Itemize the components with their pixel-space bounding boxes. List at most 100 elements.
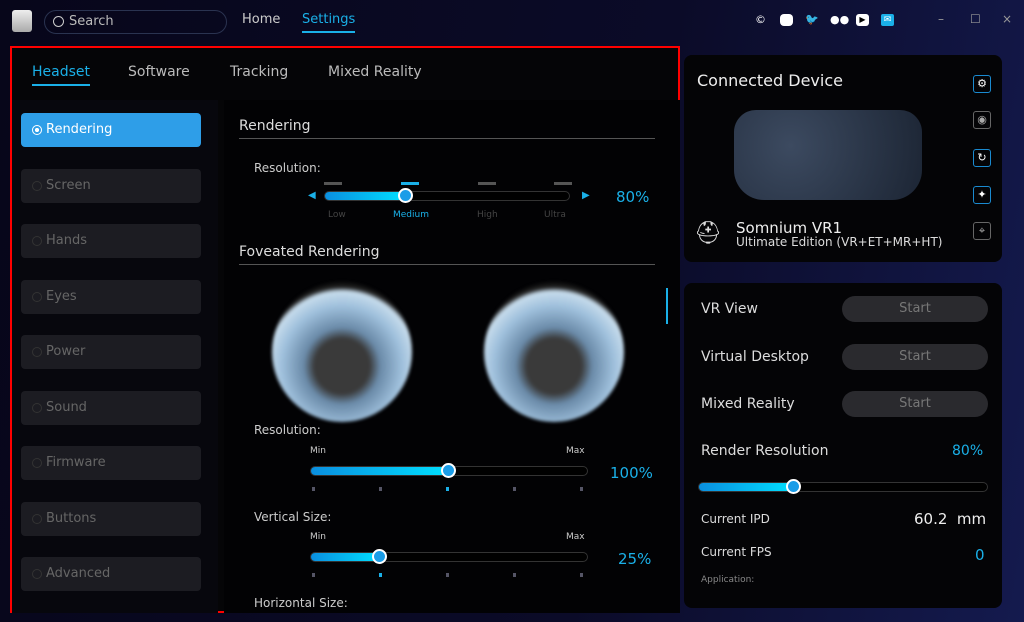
decrease-arrow-icon[interactable]: ◀ <box>308 190 316 201</box>
scrollbar[interactable] <box>666 288 668 324</box>
nav-settings[interactable]: Settings <box>302 12 355 33</box>
youtube-icon[interactable]: ▶ <box>856 14 869 26</box>
sidebar-item-sound[interactable]: Sound <box>21 391 201 425</box>
sidebar-item-label: Screen <box>46 178 91 193</box>
radio-icon <box>32 458 42 468</box>
render-resolution-slider[interactable] <box>698 482 988 492</box>
status-panel: VR View Start Virtual Desktop Start Mixe… <box>684 283 1002 608</box>
level-ultra: Ultra <box>544 210 566 220</box>
sidebar-item-label: Firmware <box>46 455 106 470</box>
level-low: Low <box>328 210 346 220</box>
search-placeholder: Search <box>69 14 114 29</box>
level-marker <box>478 182 496 185</box>
sidebar-item-power[interactable]: Power <box>21 335 201 369</box>
sidebar-item-buttons[interactable]: Buttons <box>21 502 201 536</box>
rendering-resolution-value: 80% <box>616 188 649 206</box>
right-eye-preview <box>484 282 624 422</box>
twitter-icon[interactable]: 🐦 <box>805 14 818 26</box>
virtual-desktop-start-button[interactable]: Start <box>842 344 988 370</box>
tick <box>446 487 449 491</box>
sidebar-item-rendering[interactable]: Rendering <box>21 113 201 147</box>
medium-icon[interactable]: ●● <box>830 14 843 26</box>
nav-home[interactable]: Home <box>242 12 280 27</box>
level-marker <box>324 182 342 185</box>
render-resolution-value: 80% <box>952 443 983 459</box>
radio-icon <box>32 569 42 579</box>
radio-icon <box>32 181 42 191</box>
maximize-button[interactable]: ☐ <box>970 12 981 26</box>
tick <box>580 487 583 491</box>
eye-icon[interactable]: ◉ <box>973 111 991 129</box>
application-label: Application: <box>701 575 754 585</box>
vr-view-label: VR View <box>701 301 758 317</box>
slider-fill <box>311 467 449 475</box>
fps-label: Current FPS <box>701 545 772 559</box>
virtual-desktop-label: Virtual Desktop <box>701 349 809 365</box>
sidebar-item-label: Sound <box>46 400 87 415</box>
ipd-label: Current IPD <box>701 512 770 526</box>
curseforge-icon[interactable]: © <box>754 14 767 26</box>
headset-icon: ⛑ <box>694 221 722 246</box>
sidebar-item-label: Power <box>46 344 85 359</box>
sidebar-item-label: Eyes <box>46 289 77 304</box>
rendering-resolution-slider[interactable] <box>324 191 570 201</box>
level-high: High <box>477 210 498 220</box>
radio-icon <box>32 125 42 135</box>
sidebar-item-screen[interactable]: Screen <box>21 169 201 203</box>
tick <box>446 573 449 577</box>
slider-knob[interactable] <box>372 549 387 564</box>
slider-knob[interactable] <box>398 188 413 203</box>
increase-arrow-icon[interactable]: ▶ <box>582 190 590 201</box>
vertical-size-slider[interactable] <box>310 552 588 562</box>
content-area: Rendering Resolution: ◀ ▶ 80% Low Medium… <box>224 100 680 613</box>
min-label: Min <box>310 446 326 456</box>
minimize-button[interactable]: – <box>938 12 944 26</box>
sidebar-item-advanced[interactable]: Advanced <box>21 557 201 591</box>
tab-headset[interactable]: Headset <box>32 64 90 86</box>
tab-software[interactable]: Software <box>128 64 190 80</box>
search-input[interactable]: Search <box>44 10 227 34</box>
horizontal-size-label: Horizontal Size: <box>254 596 348 610</box>
ipd-value: 60.2 mm <box>914 510 986 528</box>
headset-image <box>734 110 922 200</box>
radio-icon <box>32 347 42 357</box>
vertical-size-value: 25% <box>618 550 651 568</box>
foveated-resolution-value: 100% <box>610 464 653 482</box>
mail-icon[interactable]: ✉ <box>881 14 894 26</box>
tick <box>379 487 382 491</box>
tick <box>580 573 583 577</box>
sidebar-item-firmware[interactable]: Firmware <box>21 446 201 480</box>
device-edition: Ultimate Edition (VR+ET+MR+HT) <box>736 235 942 249</box>
target-icon[interactable]: ⌖ <box>973 222 991 240</box>
tab-mixed-reality[interactable]: Mixed Reality <box>328 64 422 80</box>
sidebar: Rendering Screen Hands Eyes Power Sound … <box>12 100 218 613</box>
foveated-resolution-slider[interactable] <box>310 466 588 476</box>
sidebar-item-label: Rendering <box>46 122 112 137</box>
fps-value: 0 <box>975 546 985 564</box>
radio-icon <box>32 292 42 302</box>
section-title-rendering: Rendering <box>239 118 655 139</box>
slider-knob[interactable] <box>786 479 801 494</box>
discord-icon[interactable] <box>780 14 793 26</box>
magic-wand-icon[interactable]: ✦ <box>973 186 991 204</box>
connected-device-panel: Connected Device ⛑ Somnium VR1 Ultimate … <box>684 55 1002 262</box>
settings-gear-icon[interactable]: ⚙ <box>973 75 991 93</box>
tick <box>513 487 516 491</box>
vr-view-start-button[interactable]: Start <box>842 296 988 322</box>
tick <box>312 573 315 577</box>
tab-tracking[interactable]: Tracking <box>230 64 288 80</box>
foveated-resolution-label: Resolution: <box>254 423 321 437</box>
sidebar-item-eyes[interactable]: Eyes <box>21 280 201 314</box>
app-logo <box>12 10 32 32</box>
reset-icon[interactable]: ↻ <box>973 149 991 167</box>
close-button[interactable]: × <box>1002 12 1012 26</box>
sidebar-item-hands[interactable]: Hands <box>21 224 201 258</box>
slider-fill <box>325 192 406 200</box>
mixed-reality-start-button[interactable]: Start <box>842 391 988 417</box>
slider-knob[interactable] <box>441 463 456 478</box>
max-label: Max <box>566 532 585 542</box>
mixed-reality-label: Mixed Reality <box>701 396 795 412</box>
sidebar-item-label: Advanced <box>46 566 110 581</box>
slider-fill <box>311 553 380 561</box>
tick <box>312 487 315 491</box>
